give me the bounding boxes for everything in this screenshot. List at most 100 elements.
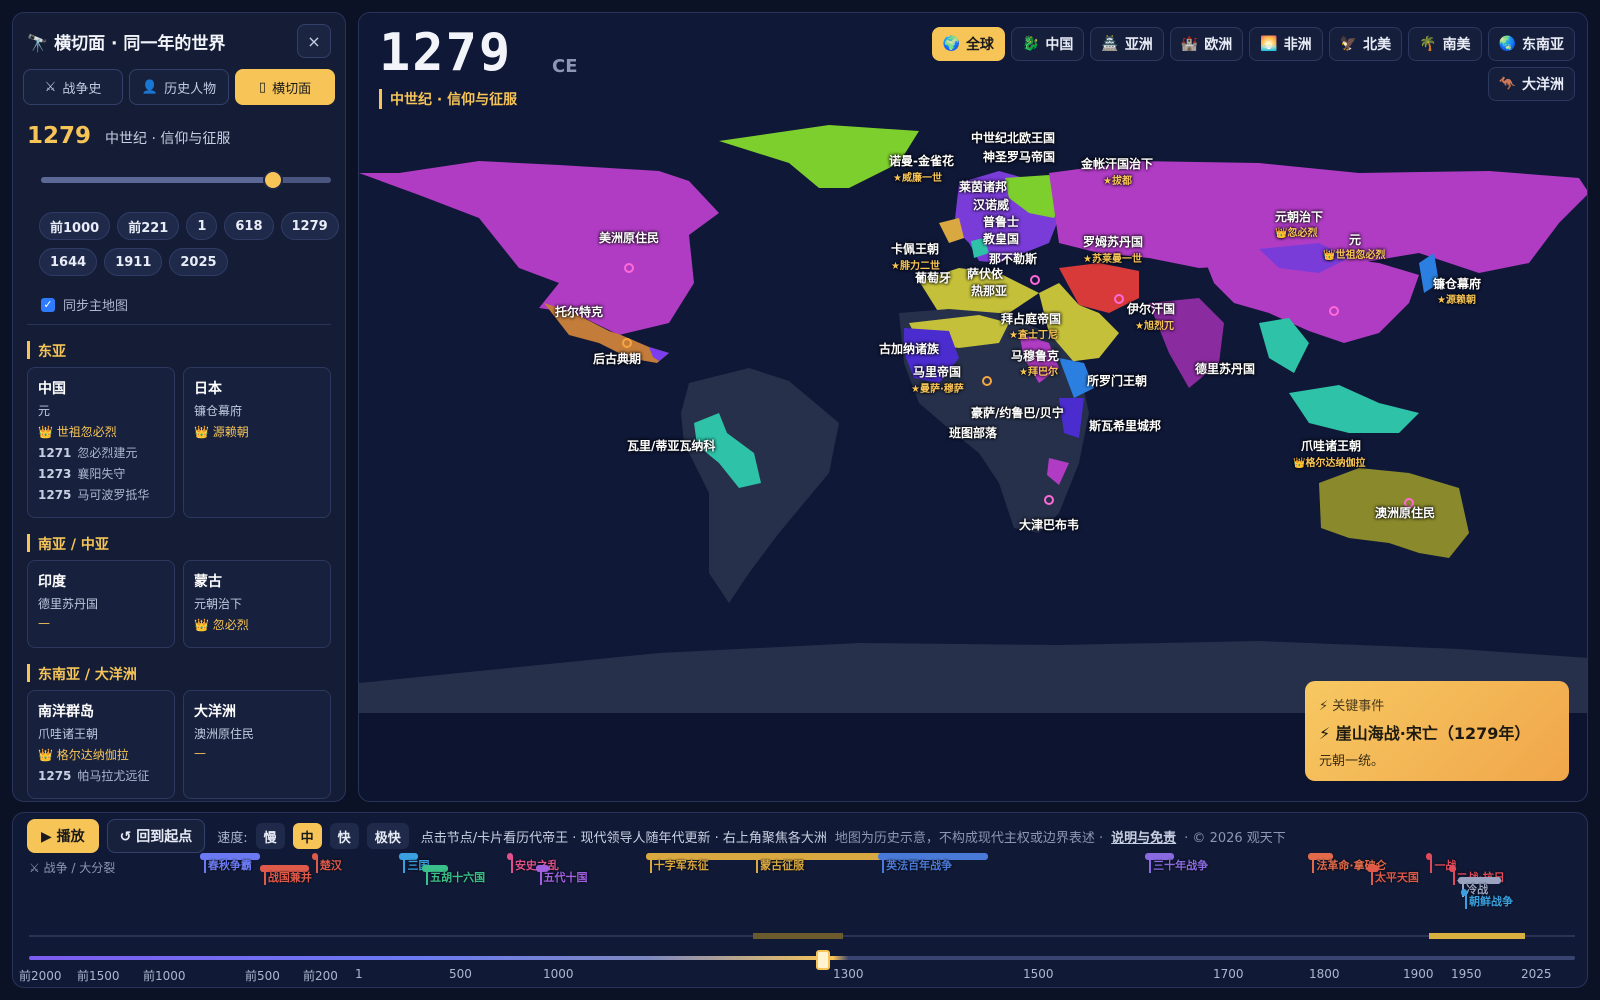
year-chip[interactable]: 1 xyxy=(186,212,218,240)
year-slider-thumb[interactable] xyxy=(263,170,283,190)
map-region-label[interactable]: 伊尔汗国 xyxy=(1127,300,1175,317)
map-region-label[interactable]: 镰仓幕府 xyxy=(1433,275,1481,292)
year-chip[interactable]: 前1000 xyxy=(39,212,111,240)
war-label[interactable]: 战国兼并 xyxy=(263,869,312,885)
map-region-label[interactable]: 所罗门王朝 xyxy=(1087,372,1147,389)
map-region-label[interactable]: 托尔特克 xyxy=(555,303,603,320)
region-button[interactable]: 🌍 全球 xyxy=(931,27,1005,61)
tab-war-history[interactable]: ⚔ 战争史 xyxy=(23,69,123,105)
year-chip[interactable]: 1644 xyxy=(39,248,98,276)
world-map-panel[interactable]: 1279 CE 中世纪 · 信仰与征服 🌍 全球 🐉 中国 🏯 亚洲 🏰 欧洲 🌅 非洲 🦅 北美 🌴 南… xyxy=(358,12,1588,802)
country-card[interactable]: 大洋洲 澳洲原住民 — xyxy=(183,690,331,799)
country-card[interactable]: 南洋群岛 爪哇诸王朝 👑 格尔达纳伽拉 1275 帕马拉尤远征 xyxy=(27,690,175,799)
region-button[interactable]: 🌴 南美 xyxy=(1408,27,1482,61)
year-chip[interactable]: 618 xyxy=(224,212,274,240)
war-label[interactable]: 蒙古征服 xyxy=(756,857,804,873)
region-button[interactable]: 🌏 东南亚 xyxy=(1487,27,1575,61)
disclaimer-link[interactable]: 说明与免责 xyxy=(1111,827,1176,846)
map-ruler-label[interactable]: ★拜巴尔 xyxy=(1019,363,1058,378)
year-chip[interactable]: 1279 xyxy=(280,212,339,240)
year-slider[interactable] xyxy=(41,170,331,190)
war-label[interactable]: 五胡十六国 xyxy=(426,869,485,885)
key-event-card[interactable]: ⚡ 关键事件 ⚡ 崖山海战·宋亡（1279年） 元朝一统。 xyxy=(1305,681,1569,781)
country-card[interactable]: 日本 镰仓幕府 👑 源赖朝 xyxy=(183,367,331,518)
map-region-label[interactable]: 汉诺威 xyxy=(973,196,1009,213)
map-ruler-label[interactable]: ★旭烈兀 xyxy=(1135,317,1174,332)
map-region-label[interactable]: 豪萨/约鲁巴/贝宁 xyxy=(971,404,1064,421)
region-button[interactable]: 🐉 中国 xyxy=(1010,27,1085,61)
year-chip[interactable]: 前221 xyxy=(117,212,180,240)
region-button[interactable]: 🌅 非洲 xyxy=(1249,27,1323,61)
map-ruler-label[interactable]: ★苏莱曼一世 xyxy=(1083,250,1142,265)
speed-fast[interactable]: 快 xyxy=(329,823,359,849)
map-region-label[interactable]: 爪哇诸王朝 xyxy=(1301,437,1361,454)
map-region-label[interactable]: 中世纪北欧王国 xyxy=(971,129,1055,146)
map-ruler-label[interactable]: ★曼萨·穆萨 xyxy=(911,380,964,395)
map-region-label[interactable]: 瓦里/蒂亚瓦纳科 xyxy=(627,437,715,454)
timeline-axis[interactable] xyxy=(29,956,1575,960)
map-region-label[interactable]: 罗姆苏丹国 xyxy=(1083,233,1143,250)
war-label[interactable]: 太平天国 xyxy=(1370,869,1419,885)
map-region-label[interactable]: 美洲原住民 xyxy=(599,229,659,246)
map-ruler-label[interactable]: ★腓力二世 xyxy=(891,257,940,272)
country-card[interactable]: 中国元 👑 世祖忽必烈 1271 忽必烈建元 1273 襄阳失守 1275 马可波罗抵华 xyxy=(27,367,175,518)
war-label[interactable]: 春秋争霸 xyxy=(203,857,252,873)
map-region-label[interactable]: 班图部落 xyxy=(949,424,997,441)
map-ruler-label[interactable]: ★査士丁尼 xyxy=(1009,326,1058,341)
year-chip[interactable]: 2025 xyxy=(169,248,228,276)
map-region-label[interactable]: 元朝治下 xyxy=(1275,208,1323,225)
map-region-label[interactable]: 莱茵诸邦 xyxy=(959,178,1007,195)
map-ruler-label[interactable]: 👑世祖忽必烈 xyxy=(1323,246,1385,261)
map-region-label[interactable]: 澳洲原住民 xyxy=(1375,504,1435,521)
map-region-label[interactable]: 拜占庭帝国 xyxy=(1001,310,1061,327)
play-button[interactable]: ▶ 播放 xyxy=(27,819,99,853)
speed-very-fast[interactable]: 极快 xyxy=(366,823,409,849)
war-label[interactable]: 五代十国 xyxy=(539,869,588,885)
map-region-label[interactable]: 斯瓦希里城邦 xyxy=(1089,417,1161,434)
map-region-label[interactable]: 后古典期 xyxy=(593,350,641,367)
region-button[interactable]: 🦅 北美 xyxy=(1328,27,1403,61)
war-label[interactable]: 朝鲜战争 xyxy=(1465,893,1513,909)
map-region-label[interactable]: 卡佩王朝 xyxy=(891,240,939,257)
map-region-label[interactable]: 萨伏依 xyxy=(967,265,1003,282)
war-label[interactable]: 楚汉 xyxy=(315,857,342,873)
tab-cross-section[interactable]: ▯ 横切面 xyxy=(235,69,335,105)
close-button[interactable]: × xyxy=(297,24,331,58)
map-region-label[interactable]: 马穆鲁克 xyxy=(1011,347,1059,364)
card-ruler: — xyxy=(194,746,206,760)
reset-button[interactable]: ↺ 回到起点 xyxy=(106,819,206,853)
map-region-label[interactable]: 金帐汗国治下 xyxy=(1081,155,1153,172)
map-region-label[interactable]: 普鲁士 xyxy=(983,213,1019,230)
map-region-label[interactable]: 大津巴布韦 xyxy=(1019,516,1079,533)
map-region-label[interactable]: 热那亚 xyxy=(971,282,1007,299)
region-button[interactable]: 🏯 亚洲 xyxy=(1090,27,1164,61)
map-region-label[interactable]: 古加纳诸族 xyxy=(879,340,939,357)
speed-medium[interactable]: 中 xyxy=(292,823,322,849)
speed-slow[interactable]: 慢 xyxy=(255,823,285,849)
card-ruler: 👑 世祖忽必烈 xyxy=(38,425,117,439)
region-button[interactable]: 🏰 欧洲 xyxy=(1169,27,1244,61)
map-region-label[interactable]: 德里苏丹国 xyxy=(1195,360,1255,377)
war-label[interactable]: 十字军东征 xyxy=(649,857,709,873)
year-chip[interactable]: 1911 xyxy=(104,248,163,276)
sync-map-toggle[interactable]: ✓ 同步主地图 xyxy=(41,295,128,314)
map-ruler-label[interactable]: 👑忽必烈 xyxy=(1275,224,1317,239)
country-card[interactable]: 印度 德里苏丹国 — xyxy=(27,560,175,648)
tab-historical-figures[interactable]: 👤 历史人物 xyxy=(129,69,229,105)
timeline-thumb[interactable] xyxy=(815,950,830,970)
card-title: 大洋洲 xyxy=(194,704,236,720)
sync-checkbox[interactable]: ✓ xyxy=(41,297,55,312)
country-card[interactable]: 蒙古 元朝治下 👑 忽必烈 xyxy=(183,560,331,648)
war-label[interactable]: 三十年战争 xyxy=(1149,857,1208,873)
map-ruler-label[interactable]: 👑格尔达纳伽拉 xyxy=(1293,454,1365,469)
region-button[interactable]: 🦘 大洋洲 xyxy=(1487,67,1575,101)
map-region-label[interactable]: 诺曼-金雀花 xyxy=(889,152,954,169)
map-region-label[interactable]: 神圣罗马帝国 xyxy=(983,148,1055,165)
map-region-label[interactable]: 马里帝国 xyxy=(913,363,961,380)
person-icon: 👤 xyxy=(141,79,159,95)
map-ruler-label[interactable]: ★源赖朝 xyxy=(1437,291,1476,306)
map-ruler-label[interactable]: ★威廉一世 xyxy=(893,169,942,184)
war-label[interactable]: 英法百年战争 xyxy=(882,857,952,873)
map-ruler-label[interactable]: ★拔都 xyxy=(1103,172,1132,187)
map-region-label[interactable]: 教皇国 xyxy=(983,230,1019,247)
